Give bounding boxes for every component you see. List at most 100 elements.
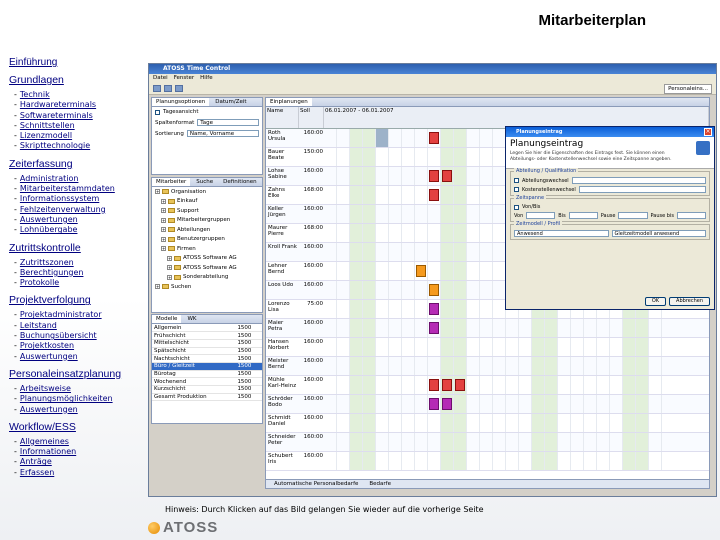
day-cell[interactable] — [480, 167, 493, 185]
day-cell[interactable] — [376, 452, 389, 470]
day-cell[interactable] — [350, 376, 363, 394]
abteilung-select[interactable] — [571, 177, 706, 184]
menu-hilfe[interactable]: Hilfe — [200, 74, 213, 83]
nav-item[interactable]: - Hardwareterminals — [14, 100, 147, 110]
day-cell[interactable] — [389, 262, 402, 280]
day-cell[interactable] — [636, 395, 649, 413]
day-cell[interactable] — [376, 319, 389, 337]
day-cell[interactable] — [454, 395, 467, 413]
day-cell[interactable] — [467, 148, 480, 166]
day-cell[interactable] — [376, 148, 389, 166]
day-cell[interactable] — [623, 376, 636, 394]
nav-item[interactable]: - Skripttechnologie — [14, 141, 147, 151]
day-cell[interactable] — [428, 433, 441, 451]
day-cell[interactable] — [441, 224, 454, 242]
day-cell[interactable] — [480, 205, 493, 223]
shift-block[interactable] — [376, 129, 389, 147]
nav-item[interactable]: - Lohnübergabe — [14, 225, 147, 235]
day-cell[interactable] — [428, 262, 441, 280]
day-cell[interactable] — [376, 338, 389, 356]
day-cell[interactable] — [389, 224, 402, 242]
nav-item[interactable]: - Anträge — [14, 457, 147, 467]
nav-item-label[interactable]: Mitarbeiterstammdaten — [20, 184, 115, 193]
column-soll[interactable]: Soll — [299, 107, 324, 128]
day-cell[interactable] — [350, 281, 363, 299]
day-cell[interactable] — [415, 376, 428, 394]
day-cell[interactable] — [363, 148, 376, 166]
day-cell[interactable] — [441, 262, 454, 280]
day-cell[interactable] — [324, 186, 337, 204]
day-cell[interactable] — [558, 452, 571, 470]
day-cell[interactable] — [519, 452, 532, 470]
day-cell[interactable] — [571, 452, 584, 470]
day-cell[interactable] — [350, 357, 363, 375]
table-row[interactable]: Kurzschicht 1500 — [152, 385, 262, 394]
day-cell[interactable] — [506, 395, 519, 413]
table-row[interactable]: Bürotag 1500 — [152, 370, 262, 379]
nav-item-label[interactable]: Projektadministrator — [20, 310, 102, 319]
tab-einplanungen[interactable]: Einplanungen — [266, 98, 312, 106]
day-cell[interactable] — [597, 357, 610, 375]
day-cell[interactable] — [558, 395, 571, 413]
day-cell[interactable] — [324, 433, 337, 451]
day-cell[interactable] — [441, 281, 454, 299]
day-cell[interactable] — [415, 300, 428, 318]
day-cell[interactable] — [454, 148, 467, 166]
nav-item[interactable]: - Zutrittszonen — [14, 258, 147, 268]
day-cell[interactable] — [493, 376, 506, 394]
day-cell[interactable] — [506, 319, 519, 337]
day-cell[interactable] — [441, 300, 454, 318]
day-cell[interactable] — [532, 433, 545, 451]
day-cell[interactable] — [363, 319, 376, 337]
day-cell[interactable] — [584, 357, 597, 375]
day-cell[interactable] — [337, 148, 350, 166]
shift-block[interactable] — [428, 129, 441, 147]
day-cell[interactable] — [415, 186, 428, 204]
nav-item-label[interactable]: Technik — [20, 90, 50, 99]
nav-item-label[interactable]: Schnittstellen — [20, 121, 75, 130]
nav-item-label[interactable]: Zutrittszonen — [20, 258, 74, 267]
day-cell[interactable] — [428, 243, 441, 261]
day-cell[interactable] — [363, 262, 376, 280]
day-cell[interactable] — [363, 186, 376, 204]
day-cell[interactable] — [337, 300, 350, 318]
day-cell[interactable] — [454, 300, 467, 318]
column-name[interactable]: Name — [266, 107, 299, 128]
menu-fenster[interactable]: Fenster — [174, 74, 194, 83]
day-cell[interactable] — [545, 414, 558, 432]
nav-item-label[interactable]: Informationssystem — [20, 194, 99, 203]
day-cell[interactable] — [649, 357, 662, 375]
day-cell[interactable] — [350, 433, 363, 451]
nav-item-label[interactable]: Planungsmöglichkeiten — [20, 394, 113, 403]
day-cell[interactable] — [558, 414, 571, 432]
table-row[interactable]: Allgemein 1500 — [152, 324, 262, 333]
day-cell[interactable] — [480, 338, 493, 356]
day-cell[interactable] — [363, 395, 376, 413]
day-cell[interactable] — [415, 357, 428, 375]
expand-icon[interactable]: + — [167, 255, 172, 261]
day-cell[interactable] — [415, 414, 428, 432]
day-cell[interactable] — [480, 186, 493, 204]
day-cell[interactable] — [441, 357, 454, 375]
nav-item-label[interactable]: Informationen — [20, 447, 76, 456]
day-cell[interactable] — [519, 319, 532, 337]
day-cell[interactable] — [636, 414, 649, 432]
nav-item-label[interactable]: Fehlzeitenverwaltung — [20, 205, 106, 214]
day-cell[interactable] — [376, 433, 389, 451]
day-cell[interactable] — [441, 186, 454, 204]
day-cell[interactable] — [532, 338, 545, 356]
day-cell[interactable] — [350, 452, 363, 470]
day-cell[interactable] — [480, 281, 493, 299]
tree-item[interactable]: + Sonderabteilung — [152, 273, 262, 283]
day-cell[interactable] — [363, 357, 376, 375]
day-cell[interactable] — [363, 300, 376, 318]
day-cell[interactable] — [519, 414, 532, 432]
day-cell[interactable] — [649, 376, 662, 394]
day-cell[interactable] — [649, 452, 662, 470]
day-cell[interactable] — [454, 414, 467, 432]
day-cell[interactable] — [402, 300, 415, 318]
day-cell[interactable] — [402, 243, 415, 261]
table-row[interactable]: Gesamt Produktion 1500 — [152, 393, 262, 402]
day-cell[interactable] — [610, 395, 623, 413]
day-cell[interactable] — [428, 338, 441, 356]
